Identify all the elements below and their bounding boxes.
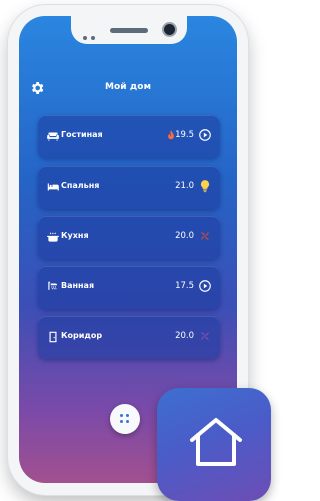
menu-fab-button[interactable] (110, 404, 140, 434)
grid-dots-icon (120, 414, 130, 424)
fan-icon[interactable] (198, 329, 212, 343)
room-name: Кухня (61, 231, 89, 240)
room-temperature: 19.5 (175, 130, 194, 140)
room-name: Спальня (61, 181, 100, 190)
app-header: Мой дом (19, 78, 237, 100)
room-name: Коридор (61, 331, 103, 340)
speaker-grille (110, 28, 148, 33)
room-temperature: 20.0 (175, 331, 194, 341)
app-icon-badge (157, 388, 271, 501)
room-name: Ванная (61, 281, 95, 290)
sofa-icon (47, 132, 59, 141)
room-card-living[interactable]: Гостиная 19.5 (38, 115, 220, 158)
pot-icon (47, 232, 59, 242)
front-camera (164, 24, 175, 35)
play-circle-icon[interactable] (198, 279, 212, 293)
home-icon (190, 418, 242, 466)
room-card-kitchen[interactable]: Кухня 20.0 (38, 216, 220, 259)
room-temperature: 17.5 (175, 281, 194, 291)
flame-icon (168, 130, 174, 140)
door-icon (49, 331, 57, 343)
shower-icon (48, 281, 58, 290)
bed-icon (47, 183, 59, 191)
phone-notch (71, 16, 187, 44)
page-title: Мой дом (104, 82, 152, 92)
room-card-bedroom[interactable]: Спальня 21.0 (38, 166, 220, 209)
fan-icon[interactable] (198, 229, 212, 243)
room-name: Гостиная (61, 130, 103, 139)
room-card-bathroom[interactable]: Ванная 17.5 (38, 266, 220, 309)
room-card-hallway[interactable]: Коридор 20.0 (38, 316, 220, 359)
room-temperature: 20.0 (175, 231, 194, 241)
play-circle-icon[interactable] (198, 128, 212, 142)
room-temperature: 21.0 (175, 181, 194, 191)
sensor-dots (83, 25, 103, 40)
lightbulb-icon[interactable] (198, 179, 212, 193)
